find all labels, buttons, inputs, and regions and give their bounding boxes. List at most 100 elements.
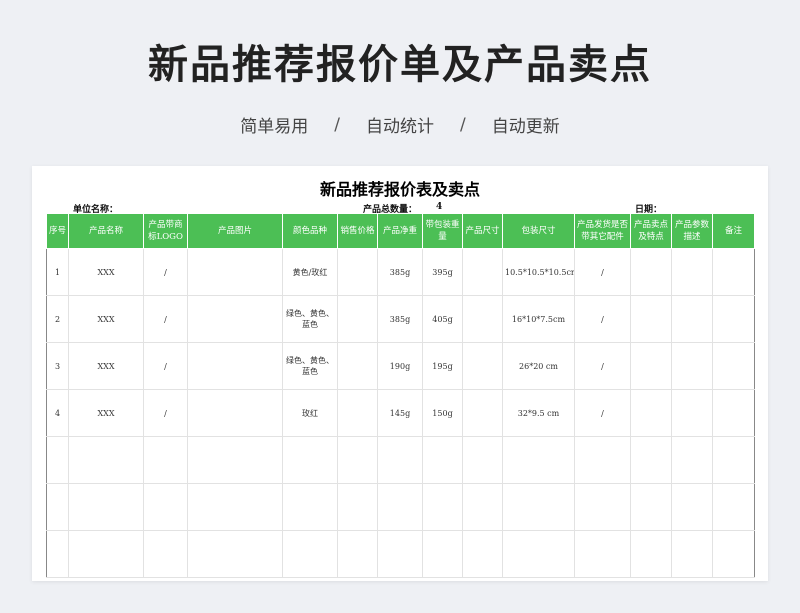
table-cell	[143, 530, 188, 578]
table-cell	[671, 248, 713, 296]
table-cell: 3	[46, 342, 69, 390]
table-cell: /	[574, 389, 631, 437]
column-header: 产品尺寸	[462, 213, 503, 249]
spreadsheet-preview: 新品推荐报价表及卖点 单位名称： 产品总数量： 4 日期： 序号 产品名称 产品带商…	[32, 166, 768, 581]
table-cell: XXX	[68, 295, 144, 343]
table-cell: 405g	[422, 295, 463, 343]
table-row: 1 XXX / 黄色/玫红 385g 395g 10.5*10.5*10.5cm /	[46, 248, 755, 296]
table-cell	[630, 389, 672, 437]
table-cell	[671, 436, 713, 484]
table-cell: 16*10*7.5cm	[502, 295, 575, 343]
table-cell	[712, 389, 755, 437]
table-cell: /	[574, 342, 631, 390]
feature-list: 简单易用 / 自动统计 / 自动更新	[0, 112, 800, 138]
table-cell: /	[143, 389, 188, 437]
table-cell	[712, 436, 755, 484]
table-cell	[462, 295, 503, 343]
table-cell	[630, 248, 672, 296]
table-cell	[574, 483, 631, 531]
hero-title: 新品推荐报价单及产品卖点	[148, 42, 652, 88]
table-cell	[282, 530, 338, 578]
table-cell: 2	[46, 295, 69, 343]
table-cell: /	[574, 295, 631, 343]
table-cell	[462, 248, 503, 296]
table-cell	[282, 436, 338, 484]
table-cell	[187, 342, 283, 390]
table-cell	[462, 483, 503, 531]
feature-item: 自动更新	[491, 117, 560, 137]
table-row-empty	[46, 530, 755, 578]
table-cell	[187, 436, 283, 484]
table-cell	[671, 342, 713, 390]
table-cell	[712, 483, 755, 531]
table-cell: 玫红	[282, 389, 338, 437]
table-cell	[187, 248, 283, 296]
table-cell	[282, 483, 338, 531]
table-cell: 4	[46, 389, 69, 437]
column-header: 颜色品种	[282, 213, 338, 249]
table-cell: 绿色、黄色、蓝色	[282, 342, 338, 390]
table-cell: 385g	[377, 248, 423, 296]
table-cell	[712, 530, 755, 578]
table-cell	[337, 436, 378, 484]
table-cell	[68, 530, 144, 578]
table-cell	[712, 342, 755, 390]
column-header: 产品图片	[187, 213, 283, 249]
table-cell	[671, 295, 713, 343]
table-cell	[630, 436, 672, 484]
table-cell	[46, 530, 69, 578]
column-header: 包装尺寸	[502, 213, 575, 249]
table-cell	[630, 342, 672, 390]
table-cell	[422, 530, 463, 578]
column-header: 产品带商标LOGO	[143, 213, 188, 249]
table-row-empty	[46, 483, 755, 531]
table-row: 2 XXX / 绿色、黄色、蓝色 385g 405g 16*10*7.5cm /	[46, 295, 755, 343]
table-cell	[68, 483, 144, 531]
table-header-row: 序号 产品名称 产品带商标LOGO 产品图片 颜色品种 销售价格 产品净重 带包装重量 产品尺寸…	[46, 213, 755, 249]
table-cell	[377, 436, 423, 484]
table-cell	[462, 436, 503, 484]
table-cell: /	[143, 295, 188, 343]
table-cell	[377, 483, 423, 531]
table-cell	[671, 483, 713, 531]
column-header: 产品净重	[377, 213, 423, 249]
table-cell: /	[143, 248, 188, 296]
table-cell: 190g	[377, 342, 423, 390]
table-cell	[712, 295, 755, 343]
table-cell: 1	[46, 248, 69, 296]
table-cell: 385g	[377, 295, 423, 343]
table-cell	[630, 295, 672, 343]
table-cell	[337, 483, 378, 531]
quote-table: 序号 产品名称 产品带商标LOGO 产品图片 颜色品种 销售价格 产品净重 带包装重量 产品尺寸…	[46, 213, 755, 578]
column-header: 销售价格	[337, 213, 378, 249]
table-cell	[671, 389, 713, 437]
table-cell: 黄色/玫红	[282, 248, 338, 296]
table-cell	[574, 436, 631, 484]
table-cell	[337, 248, 378, 296]
table-cell	[187, 389, 283, 437]
table-cell	[422, 483, 463, 531]
table-cell	[630, 530, 672, 578]
table-cell: 150g	[422, 389, 463, 437]
column-header: 产品参数描述	[671, 213, 713, 249]
feature-separator: /	[460, 114, 466, 135]
table-cell: 145g	[377, 389, 423, 437]
table-cell	[143, 436, 188, 484]
column-header: 备注	[712, 213, 755, 249]
table-cell	[337, 295, 378, 343]
table-cell	[630, 483, 672, 531]
table-cell: 32*9.5 cm	[502, 389, 575, 437]
table-cell: XXX	[68, 248, 144, 296]
table-cell: 195g	[422, 342, 463, 390]
table-cell: 10.5*10.5*10.5cm	[502, 248, 575, 296]
table-cell	[143, 483, 188, 531]
table-cell: /	[574, 248, 631, 296]
table-cell	[46, 436, 69, 484]
table-row: 3 XXX / 绿色、黄色、蓝色 190g 195g 26*20 cm /	[46, 342, 755, 390]
table-cell: 绿色、黄色、蓝色	[282, 295, 338, 343]
table-cell	[187, 483, 283, 531]
table-cell	[574, 530, 631, 578]
table-cell: /	[143, 342, 188, 390]
table-row: 4 XXX / 玫红 145g 150g 32*9.5 cm /	[46, 389, 755, 437]
table-cell	[377, 530, 423, 578]
